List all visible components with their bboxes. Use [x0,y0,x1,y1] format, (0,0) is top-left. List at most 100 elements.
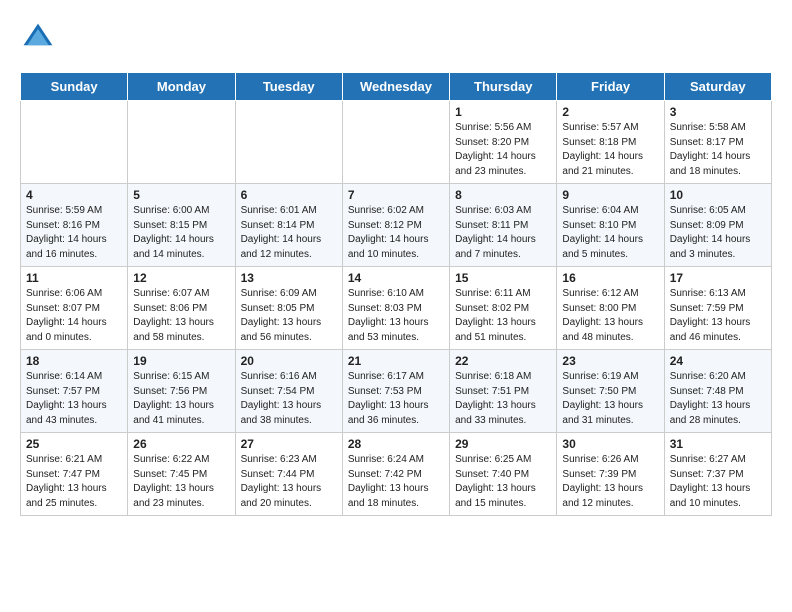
calendar-day: 25 Sunrise: 6:21 AMSunset: 7:47 PMDaylig… [21,433,128,516]
calendar-day: 6 Sunrise: 6:01 AMSunset: 8:14 PMDayligh… [235,184,342,267]
day-number: 12 [133,271,229,285]
day-number: 21 [348,354,444,368]
calendar-day: 10 Sunrise: 6:05 AMSunset: 8:09 PMDaylig… [664,184,771,267]
day-info: Sunrise: 6:10 AMSunset: 8:03 PMDaylight:… [348,288,429,343]
calendar-day [342,101,449,184]
calendar-day: 16 Sunrise: 6:12 AMSunset: 8:00 PMDaylig… [557,267,664,350]
day-info: Sunrise: 6:22 AMSunset: 7:45 PMDaylight:… [133,454,214,509]
calendar-day: 28 Sunrise: 6:24 AMSunset: 7:42 PMDaylig… [342,433,449,516]
header-row: SundayMondayTuesdayWednesdayThursdayFrid… [21,73,772,101]
day-info: Sunrise: 6:09 AMSunset: 8:05 PMDaylight:… [241,288,322,343]
calendar-day: 23 Sunrise: 6:19 AMSunset: 7:50 PMDaylig… [557,350,664,433]
header-day: Wednesday [342,73,449,101]
calendar-body: 1 Sunrise: 5:56 AMSunset: 8:20 PMDayligh… [21,101,772,516]
day-number: 29 [455,437,551,451]
day-info: Sunrise: 6:07 AMSunset: 8:06 PMDaylight:… [133,288,214,343]
day-info: Sunrise: 5:58 AMSunset: 8:17 PMDaylight:… [670,122,751,177]
day-number: 7 [348,188,444,202]
day-info: Sunrise: 6:14 AMSunset: 7:57 PMDaylight:… [26,371,107,426]
calendar-day: 2 Sunrise: 5:57 AMSunset: 8:18 PMDayligh… [557,101,664,184]
day-number: 13 [241,271,337,285]
calendar-day: 11 Sunrise: 6:06 AMSunset: 8:07 PMDaylig… [21,267,128,350]
calendar-day: 24 Sunrise: 6:20 AMSunset: 7:48 PMDaylig… [664,350,771,433]
calendar-day: 5 Sunrise: 6:00 AMSunset: 8:15 PMDayligh… [128,184,235,267]
day-number: 17 [670,271,766,285]
calendar-day: 3 Sunrise: 5:58 AMSunset: 8:17 PMDayligh… [664,101,771,184]
header-day: Sunday [21,73,128,101]
day-number: 22 [455,354,551,368]
day-info: Sunrise: 6:15 AMSunset: 7:56 PMDaylight:… [133,371,214,426]
day-number: 23 [562,354,658,368]
calendar-day: 21 Sunrise: 6:17 AMSunset: 7:53 PMDaylig… [342,350,449,433]
day-info: Sunrise: 6:19 AMSunset: 7:50 PMDaylight:… [562,371,643,426]
calendar-day: 30 Sunrise: 6:26 AMSunset: 7:39 PMDaylig… [557,433,664,516]
calendar-day: 13 Sunrise: 6:09 AMSunset: 8:05 PMDaylig… [235,267,342,350]
calendar-day: 26 Sunrise: 6:22 AMSunset: 7:45 PMDaylig… [128,433,235,516]
calendar-day: 14 Sunrise: 6:10 AMSunset: 8:03 PMDaylig… [342,267,449,350]
day-info: Sunrise: 6:01 AMSunset: 8:14 PMDaylight:… [241,205,322,260]
day-number: 24 [670,354,766,368]
week-row: 25 Sunrise: 6:21 AMSunset: 7:47 PMDaylig… [21,433,772,516]
day-info: Sunrise: 6:16 AMSunset: 7:54 PMDaylight:… [241,371,322,426]
day-info: Sunrise: 6:00 AMSunset: 8:15 PMDaylight:… [133,205,214,260]
day-number: 20 [241,354,337,368]
day-info: Sunrise: 6:27 AMSunset: 7:37 PMDaylight:… [670,454,751,509]
day-number: 30 [562,437,658,451]
day-info: Sunrise: 6:18 AMSunset: 7:51 PMDaylight:… [455,371,536,426]
day-info: Sunrise: 6:03 AMSunset: 8:11 PMDaylight:… [455,205,536,260]
day-info: Sunrise: 6:23 AMSunset: 7:44 PMDaylight:… [241,454,322,509]
day-info: Sunrise: 5:57 AMSunset: 8:18 PMDaylight:… [562,122,643,177]
calendar-day [128,101,235,184]
header-day: Saturday [664,73,771,101]
calendar-day: 20 Sunrise: 6:16 AMSunset: 7:54 PMDaylig… [235,350,342,433]
week-row: 11 Sunrise: 6:06 AMSunset: 8:07 PMDaylig… [21,267,772,350]
day-number: 28 [348,437,444,451]
day-info: Sunrise: 6:02 AMSunset: 8:12 PMDaylight:… [348,205,429,260]
header-day: Tuesday [235,73,342,101]
calendar-day: 7 Sunrise: 6:02 AMSunset: 8:12 PMDayligh… [342,184,449,267]
calendar-day: 27 Sunrise: 6:23 AMSunset: 7:44 PMDaylig… [235,433,342,516]
header-day: Monday [128,73,235,101]
day-number: 2 [562,105,658,119]
header-day: Friday [557,73,664,101]
day-info: Sunrise: 6:25 AMSunset: 7:40 PMDaylight:… [455,454,536,509]
day-info: Sunrise: 6:12 AMSunset: 8:00 PMDaylight:… [562,288,643,343]
week-row: 1 Sunrise: 5:56 AMSunset: 8:20 PMDayligh… [21,101,772,184]
day-number: 10 [670,188,766,202]
day-number: 25 [26,437,122,451]
calendar-day: 4 Sunrise: 5:59 AMSunset: 8:16 PMDayligh… [21,184,128,267]
day-number: 4 [26,188,122,202]
day-number: 11 [26,271,122,285]
calendar-day: 17 Sunrise: 6:13 AMSunset: 7:59 PMDaylig… [664,267,771,350]
logo [20,20,62,56]
day-info: Sunrise: 6:26 AMSunset: 7:39 PMDaylight:… [562,454,643,509]
day-info: Sunrise: 5:59 AMSunset: 8:16 PMDaylight:… [26,205,107,260]
week-row: 18 Sunrise: 6:14 AMSunset: 7:57 PMDaylig… [21,350,772,433]
day-info: Sunrise: 6:11 AMSunset: 8:02 PMDaylight:… [455,288,536,343]
day-number: 19 [133,354,229,368]
day-info: Sunrise: 6:17 AMSunset: 7:53 PMDaylight:… [348,371,429,426]
day-number: 26 [133,437,229,451]
day-info: Sunrise: 5:56 AMSunset: 8:20 PMDaylight:… [455,122,536,177]
logo-icon [20,20,56,56]
day-info: Sunrise: 6:04 AMSunset: 8:10 PMDaylight:… [562,205,643,260]
day-number: 5 [133,188,229,202]
calendar-day: 12 Sunrise: 6:07 AMSunset: 8:06 PMDaylig… [128,267,235,350]
day-number: 1 [455,105,551,119]
calendar-day: 31 Sunrise: 6:27 AMSunset: 7:37 PMDaylig… [664,433,771,516]
day-number: 9 [562,188,658,202]
calendar-day [235,101,342,184]
day-number: 31 [670,437,766,451]
day-info: Sunrise: 6:05 AMSunset: 8:09 PMDaylight:… [670,205,751,260]
calendar-day: 15 Sunrise: 6:11 AMSunset: 8:02 PMDaylig… [450,267,557,350]
calendar-day [21,101,128,184]
calendar-table: SundayMondayTuesdayWednesdayThursdayFrid… [20,72,772,516]
day-info: Sunrise: 6:24 AMSunset: 7:42 PMDaylight:… [348,454,429,509]
day-info: Sunrise: 6:13 AMSunset: 7:59 PMDaylight:… [670,288,751,343]
day-info: Sunrise: 6:20 AMSunset: 7:48 PMDaylight:… [670,371,751,426]
day-number: 27 [241,437,337,451]
day-info: Sunrise: 6:21 AMSunset: 7:47 PMDaylight:… [26,454,107,509]
calendar-day: 18 Sunrise: 6:14 AMSunset: 7:57 PMDaylig… [21,350,128,433]
calendar-day: 19 Sunrise: 6:15 AMSunset: 7:56 PMDaylig… [128,350,235,433]
day-number: 14 [348,271,444,285]
